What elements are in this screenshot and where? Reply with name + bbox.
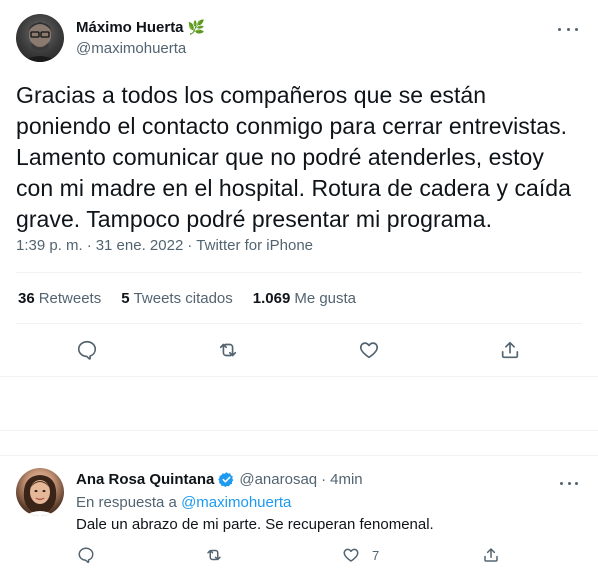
author-name-text[interactable]: Máximo Huerta [76, 19, 184, 36]
like-button[interactable] [352, 333, 386, 367]
reply-context: En respuesta a @maximohuerta [76, 494, 291, 511]
likes-count: 1.069 [252, 290, 291, 307]
retweets-count: 36 [18, 290, 35, 307]
author-handle[interactable]: @maximohuerta [76, 40, 186, 57]
meta-separator: · [86, 237, 92, 254]
avatar[interactable] [16, 468, 64, 516]
retweet-icon [207, 549, 221, 561]
tweet-time[interactable]: 1:39 p. m. [16, 237, 83, 254]
divider [0, 376, 598, 377]
reply-icon [77, 340, 97, 360]
share-icon [484, 548, 498, 562]
retweets-label: Retweets [38, 290, 102, 307]
retweet-button[interactable] [211, 333, 245, 367]
divider [16, 323, 582, 324]
reply-author-handle[interactable]: @anarosaq [239, 471, 317, 488]
reply-header: Ana Rosa Quintana @anarosaq · 4min [76, 471, 363, 488]
tweet-actions [0, 333, 598, 365]
divider [0, 455, 598, 456]
share-button[interactable] [493, 333, 527, 367]
quotes-count: 5 [121, 290, 130, 307]
retweets-stat[interactable]: 36 Retweets [18, 290, 101, 307]
quotes-stat[interactable]: 5 Tweets citados [121, 290, 233, 307]
share-icon [501, 341, 519, 359]
herb-emoji: 🌿 [187, 19, 205, 35]
reply-icon [78, 547, 94, 564]
likes-label: Me gusta [294, 290, 357, 307]
reply-like-button[interactable]: 7 [342, 546, 379, 564]
reply-mention-link[interactable]: @maximohuerta [181, 494, 291, 511]
reply-actions: 7 [0, 546, 598, 568]
author-name[interactable]: Máximo Huerta 🌿 [76, 19, 205, 36]
avatar[interactable] [16, 14, 64, 62]
likes-stat[interactable]: 1.069 Me gusta [253, 290, 356, 307]
tweet-source[interactable]: Twitter for iPhone [196, 237, 313, 254]
divider [0, 430, 598, 431]
reply-author-name[interactable]: Ana Rosa Quintana [76, 471, 214, 488]
quotes-label: Tweets citados [133, 290, 233, 307]
author-photo [22, 22, 58, 62]
reply-time[interactable]: 4min [330, 471, 363, 488]
heart-icon [343, 548, 359, 562]
heart-icon [359, 342, 379, 359]
retweet-icon [219, 343, 237, 357]
meta-separator-2: · [187, 237, 193, 254]
reply-separator: · [321, 471, 327, 488]
reply-more-options-icon[interactable] [560, 478, 578, 488]
tweet-stats: 36 Retweets 5 Tweets citados 1.069 Me gu… [18, 290, 356, 307]
reply-like-count: 7 [372, 547, 380, 563]
reply-author-photo [23, 475, 57, 516]
tweet-text: Gracias a todos los compañeros que se es… [16, 82, 571, 232]
tweet-meta: 1:39 p. m. · 31 ene. 2022 · Twitter for … [16, 237, 313, 254]
reply-button[interactable] [70, 333, 104, 367]
reply-reply-button[interactable] [77, 546, 95, 564]
reply-text: Dale un abrazo de mi parte. Se recuperan… [76, 516, 434, 533]
tweet-date[interactable]: 31 ene. 2022 [96, 237, 184, 254]
verified-badge-icon [218, 472, 234, 488]
divider [16, 272, 582, 273]
reply-share-button[interactable] [482, 546, 500, 564]
more-options-icon[interactable] [558, 22, 578, 36]
reply-prefix: En respuesta a [76, 494, 177, 511]
reply-retweet-button[interactable] [205, 546, 223, 564]
